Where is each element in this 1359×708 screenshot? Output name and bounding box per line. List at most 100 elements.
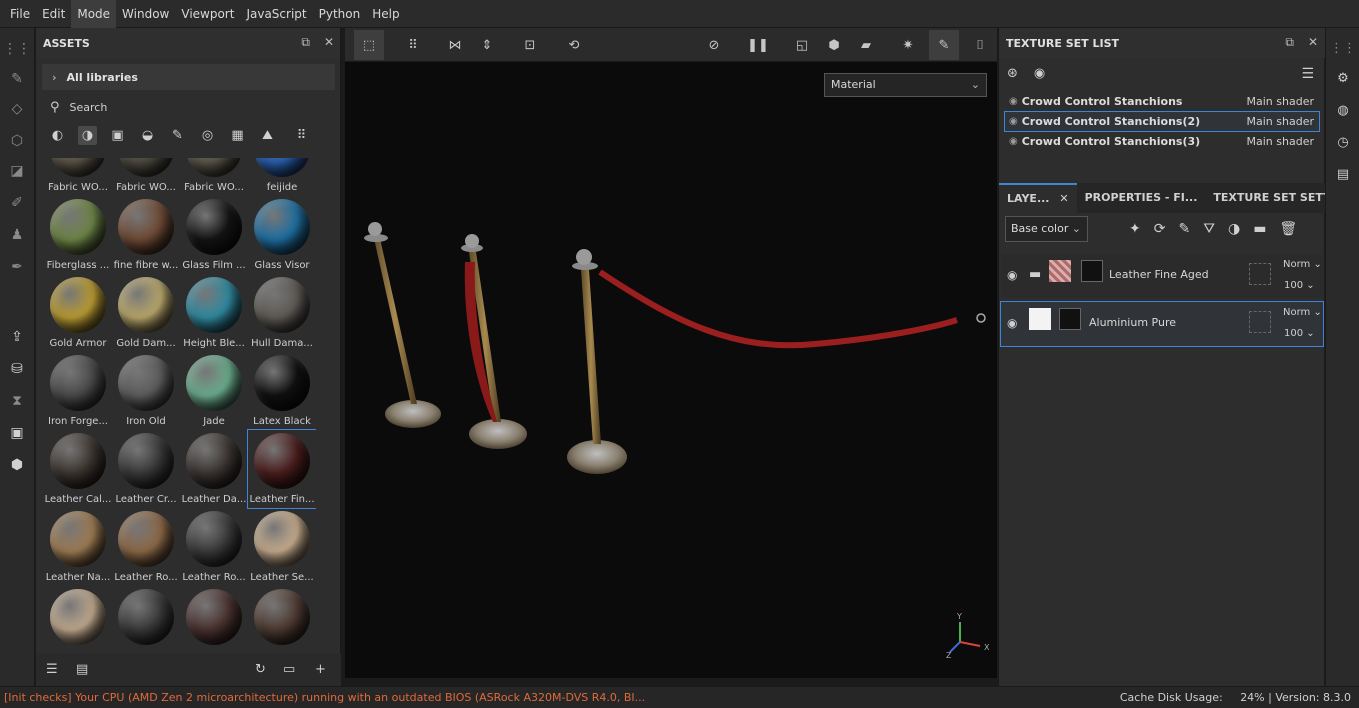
asset-tile[interactable]: Leather Ro... xyxy=(112,508,180,586)
color-picker-icon[interactable]: ✒ xyxy=(8,258,26,276)
texture-set-row[interactable]: ◉ Crowd Control Stanchions Main shader xyxy=(1005,92,1319,111)
materials-filter-icon[interactable]: ◐ xyxy=(48,126,67,145)
asset-tile[interactable]: Gold Armor xyxy=(44,274,112,352)
add-folder-icon[interactable]: ▬ xyxy=(1253,221,1266,237)
asset-tile[interactable]: Fabric WO... xyxy=(112,158,180,196)
asset-tile[interactable]: Height Ble... xyxy=(180,274,248,352)
asset-tile[interactable]: feijide xyxy=(248,158,316,196)
display-settings-icon[interactable]: ▣ xyxy=(8,424,26,442)
pause-icon[interactable]: ❚❚ xyxy=(747,35,769,55)
opacity[interactable]: 100 ⌄ xyxy=(1284,328,1315,339)
menu-viewport[interactable]: Viewport xyxy=(175,0,240,28)
menu-python[interactable]: Python xyxy=(313,0,367,28)
layer-row-selected[interactable]: ◉ Aluminium Pure Norm ⌄ 100 ⌄ xyxy=(1000,301,1324,347)
log-icon[interactable]: ▤ xyxy=(1335,166,1351,182)
texture-set-shader[interactable]: Main shader xyxy=(1247,95,1314,108)
asset-tile[interactable] xyxy=(180,586,248,655)
close-icon[interactable]: ✕ xyxy=(324,35,334,50)
asset-tile[interactable]: Leather Cal... xyxy=(44,430,112,508)
menu-file[interactable]: File xyxy=(4,0,36,28)
paint-brush-icon[interactable]: ✎ xyxy=(8,70,26,88)
list-view-icon[interactable]: ☰ xyxy=(46,662,58,677)
add-paint-layer-icon[interactable]: ✎ xyxy=(1178,221,1190,237)
hourglass-icon[interactable]: ⧗ xyxy=(8,392,26,410)
smart-materials-filter-icon[interactable]: ◑ xyxy=(78,125,97,145)
asset-tile[interactable]: Glass Visor xyxy=(248,196,316,274)
blend-mode[interactable]: Norm ⌄ xyxy=(1283,259,1322,270)
tab-properties[interactable]: PROPERTIES - FI... xyxy=(1077,183,1206,213)
video-camera-icon[interactable]: ▰ xyxy=(855,35,877,55)
channel-select[interactable]: Base color ⌄ xyxy=(1005,216,1088,242)
undock-icon[interactable]: ⧉ xyxy=(1285,35,1294,50)
asset-tile[interactable]: Leather Cr... xyxy=(112,430,180,508)
visibility-settings-icon[interactable]: ⊛ xyxy=(1007,66,1018,81)
add-mask-icon[interactable]: ◑ xyxy=(1228,221,1240,237)
grid-snap-icon[interactable]: ⠿ xyxy=(402,35,424,55)
frame-icon[interactable]: ⊡ xyxy=(519,35,541,55)
asset-tile[interactable]: Fabric WO... xyxy=(44,158,112,196)
texture-set-shader[interactable]: Main shader xyxy=(1247,115,1314,128)
alphas-filter-icon[interactable]: ◎ xyxy=(198,126,217,145)
asset-tile[interactable]: Leather Se... xyxy=(248,508,316,586)
asset-tile[interactable]: Leather Fin... xyxy=(247,429,316,509)
symmetry-icon[interactable]: ⋈ xyxy=(444,35,466,55)
asset-tile[interactable]: Gold Dam... xyxy=(112,274,180,352)
search-field[interactable]: ⚲ Search xyxy=(42,94,335,120)
asset-tile[interactable]: Leather Da... xyxy=(180,430,248,508)
camera-view-icon[interactable]: ◱ xyxy=(791,35,813,55)
smudge-icon[interactable]: ✐ xyxy=(8,194,26,212)
export-icon[interactable]: ⇪ xyxy=(8,328,26,346)
refresh-icon[interactable]: ↻ xyxy=(255,662,266,677)
cube-icon[interactable]: ⬢ xyxy=(823,35,845,55)
detail-view-icon[interactable]: ▤ xyxy=(76,662,88,677)
grunges-filter-icon[interactable]: ▦ xyxy=(228,126,247,145)
history-icon[interactable]: ◷ xyxy=(1335,134,1351,150)
menu-window[interactable]: Window xyxy=(116,0,175,28)
polygon-fill-icon[interactable]: ◪ xyxy=(8,162,26,180)
asset-tile[interactable]: Fiberglass ... xyxy=(44,196,112,274)
texture-set-shader[interactable]: Main shader xyxy=(1247,135,1314,148)
selection-icon[interactable]: ⬚ xyxy=(354,30,384,60)
eye-icon[interactable]: ◉ xyxy=(1007,268,1017,282)
asset-tile[interactable] xyxy=(112,586,180,655)
textures-filter-icon[interactable]: ⛰ xyxy=(258,126,277,145)
add-icon[interactable]: + xyxy=(315,662,326,677)
eye-icon[interactable]: ◉ xyxy=(1034,66,1045,81)
tab-layers[interactable]: LAYE... ✕ xyxy=(999,183,1077,213)
light-icon[interactable]: ✷ xyxy=(897,35,919,55)
asset-tile[interactable]: Iron Forge... xyxy=(44,352,112,430)
menu-icon[interactable]: ☰ xyxy=(1301,66,1314,82)
asset-tile[interactable]: Glass Film ... xyxy=(180,196,248,274)
asset-tile[interactable]: Fabric WO... xyxy=(180,158,248,196)
add-fill-layer-icon[interactable]: ⛛ xyxy=(1203,221,1215,237)
asset-tile[interactable] xyxy=(44,586,112,655)
asset-tile[interactable]: Leather Ro... xyxy=(180,508,248,586)
flip-icon[interactable]: ⇕ xyxy=(476,35,498,55)
history-icon[interactable]: ⟲ xyxy=(563,35,585,55)
mask-slot[interactable] xyxy=(1249,311,1271,333)
status-message[interactable]: [Init checks] Your CPU (AMD Zen 2 microa… xyxy=(4,691,645,704)
environment-icon[interactable]: ◍ xyxy=(1335,102,1351,118)
menu-help[interactable]: Help xyxy=(366,0,405,28)
grid-view-icon[interactable]: ⠿ xyxy=(292,126,311,145)
layer-row[interactable]: ◉ ▬ Leather Fine Aged Norm ⌄ 100 ⌄ xyxy=(1001,254,1323,298)
close-icon[interactable]: ✕ xyxy=(1308,35,1318,50)
clone-stamp-icon[interactable]: ♟ xyxy=(8,226,26,244)
texture-set-row-selected[interactable]: ◉ Crowd Control Stanchions(2) Main shade… xyxy=(1004,111,1320,132)
brushes-filter-icon[interactable]: ✎ xyxy=(168,126,187,145)
menu-javascript[interactable]: JavaScript xyxy=(240,0,312,28)
eye-icon[interactable]: ◉ xyxy=(1007,316,1017,330)
asset-tile[interactable]: Jade xyxy=(180,352,248,430)
eye-icon[interactable]: ◉ xyxy=(1009,96,1018,107)
projection-icon[interactable]: ⬡ xyxy=(8,132,26,150)
hide-icon[interactable]: ⊘ xyxy=(703,35,725,55)
blend-mode[interactable]: Norm ⌄ xyxy=(1283,307,1322,318)
magic-wand-icon[interactable]: ✦ xyxy=(1129,221,1141,237)
asset-tile[interactable]: Latex Black xyxy=(248,352,316,430)
texture-set-row[interactable]: ◉ Crowd Control Stanchions(3) Main shade… xyxy=(1005,132,1319,151)
screenshot-icon[interactable]: ⌷ xyxy=(969,35,991,55)
delete-icon[interactable]: 🗑 xyxy=(1279,221,1297,237)
asset-tile[interactable]: Hull Dama... xyxy=(248,274,316,352)
new-folder-icon[interactable]: ▭ xyxy=(283,662,295,677)
eraser-icon[interactable]: ◇ xyxy=(8,100,26,118)
